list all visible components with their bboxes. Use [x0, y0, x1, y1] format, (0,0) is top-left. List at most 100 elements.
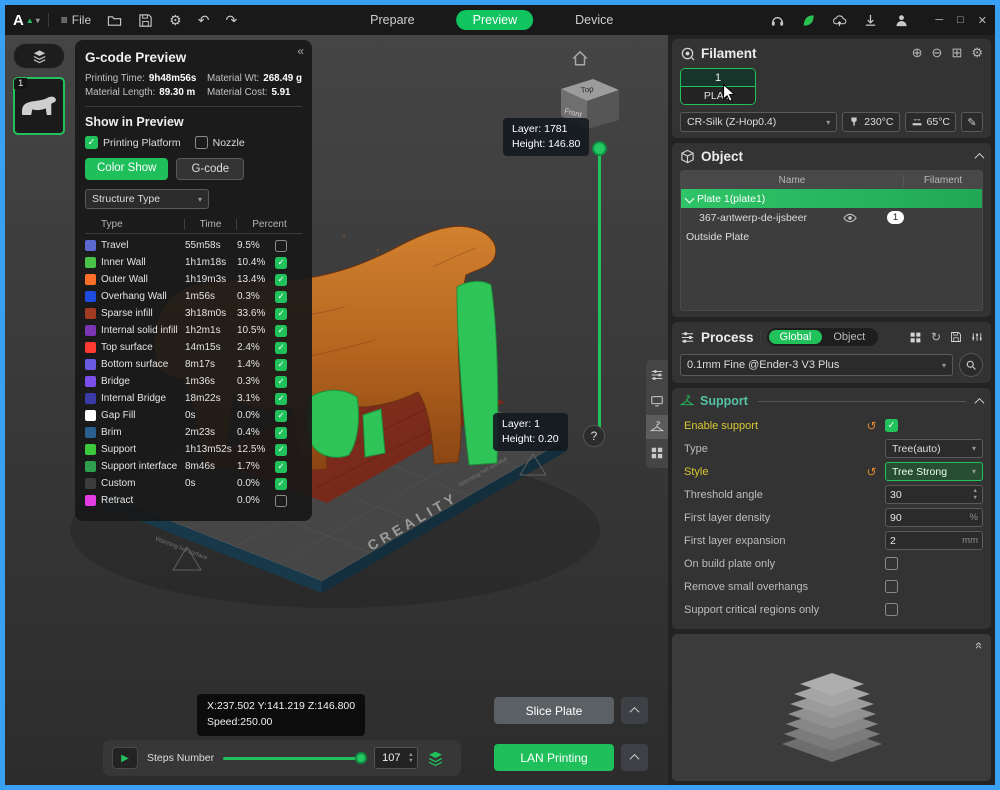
line-type-visibility-checkbox[interactable]: [275, 392, 287, 405]
toggle-nozzle[interactable]: Nozzle: [194, 136, 245, 149]
gcode-view-button[interactable]: G-code: [176, 158, 245, 180]
line-type-visibility-checkbox[interactable]: [275, 375, 287, 388]
line-type-visibility-checkbox[interactable]: [275, 494, 287, 507]
line-type-visibility-checkbox[interactable]: [275, 256, 287, 269]
save-button[interactable]: [134, 11, 157, 30]
remove-small-overhangs-checkbox[interactable]: [885, 580, 898, 593]
steps-slider-track[interactable]: [223, 757, 366, 760]
line-type-visibility-checkbox[interactable]: [275, 307, 287, 320]
viewport-3d[interactable]: Warming hot surface Warming hot surface …: [5, 35, 668, 785]
save-preset-icon[interactable]: [950, 331, 962, 343]
plate-list-toggle[interactable]: [13, 43, 65, 69]
print-options-expander[interactable]: [621, 744, 648, 771]
search-preset-button[interactable]: [959, 353, 983, 377]
slice-options-expander[interactable]: [621, 697, 648, 724]
color-show-button[interactable]: Color Show: [85, 158, 169, 180]
panel-collapse-icon[interactable]: «: [297, 44, 304, 58]
filament-list-button[interactable]: ⊞: [951, 45, 962, 61]
line-type-visibility-checkbox[interactable]: [275, 443, 287, 456]
object-row-plate[interactable]: Plate 1(plate1): [681, 189, 982, 208]
help-button[interactable]: ?: [583, 425, 605, 447]
layer-range-slider[interactable]: [591, 141, 607, 443]
refresh-icon[interactable]: ↻: [931, 330, 941, 344]
on-build-plate-only-checkbox[interactable]: [885, 557, 898, 570]
object-row-model[interactable]: 367-antwerp-de-ijsbeer 1: [681, 208, 982, 227]
nozzle-checkbox[interactable]: [194, 136, 208, 149]
line-type-visibility-checkbox[interactable]: [275, 358, 287, 371]
threshold-angle-input[interactable]: [890, 488, 970, 501]
tab-other-settings[interactable]: [646, 441, 668, 465]
mode-tab[interactable]: Preview: [456, 10, 534, 30]
open-file-button[interactable]: [103, 11, 126, 30]
tab-quality-settings[interactable]: [646, 363, 668, 387]
app-logo[interactable]: A ▲ ▾: [13, 12, 40, 29]
download-icon[interactable]: [863, 13, 878, 28]
printing-platform-checkbox[interactable]: [85, 136, 98, 149]
edit-filament-button[interactable]: ✎: [961, 112, 983, 132]
feedback-leaf-icon[interactable]: [801, 13, 816, 28]
line-type-visibility-checkbox[interactable]: [275, 239, 287, 252]
window-minimize-button[interactable]: ─: [935, 14, 943, 26]
filament-settings-button[interactable]: ⚙: [971, 45, 983, 61]
scope-object-button[interactable]: Object: [822, 330, 876, 344]
filament-preset-dropdown[interactable]: CR-Silk (Z-Hop0.4) ▾: [680, 112, 838, 132]
process-preset-dropdown[interactable]: 0.1mm Fine @Ender-3 V3 Plus ▾: [680, 354, 953, 376]
plate-thumbnail[interactable]: 1: [13, 77, 65, 135]
line-type-visibility-checkbox[interactable]: [275, 426, 287, 439]
remove-filament-button[interactable]: ⊖: [932, 45, 943, 61]
line-type-visibility-checkbox[interactable]: [275, 290, 287, 303]
spinner-arrows-icon[interactable]: ▲ ▼: [408, 752, 413, 764]
visibility-eye-icon[interactable]: [843, 211, 857, 225]
support-critical-regions-checkbox[interactable]: [885, 603, 898, 616]
first-layer-expansion-input[interactable]: [890, 534, 960, 547]
support-type-dropdown[interactable]: Tree(auto) ▾: [885, 439, 983, 458]
spinner-arrows-icon[interactable]: ▲ ▼: [973, 488, 978, 500]
line-type-visibility-checkbox[interactable]: [275, 324, 287, 337]
nozzle-temperature-chip[interactable]: 230°C: [842, 112, 900, 132]
lan-printing-button[interactable]: LAN Printing: [494, 744, 614, 771]
object-row-outside-plate[interactable]: Outside Plate: [681, 227, 982, 246]
support-style-dropdown[interactable]: Tree Strong ▾: [885, 462, 983, 481]
enable-support-checkbox[interactable]: [885, 419, 898, 432]
layer-slider-upper-knob[interactable]: [592, 141, 607, 156]
line-type-visibility-checkbox[interactable]: [275, 341, 287, 354]
steps-number-spinner[interactable]: 107 ▲ ▼: [374, 747, 418, 769]
first-layer-density-input[interactable]: [890, 511, 967, 524]
line-type-visibility-checkbox[interactable]: [275, 477, 287, 490]
filament-assignment-badge[interactable]: 1: [887, 211, 904, 224]
filament-slot-type[interactable]: PLA ▴: [681, 87, 755, 104]
parameter-table-icon[interactable]: [909, 331, 922, 344]
expand-preview-icon[interactable]: «: [972, 642, 987, 649]
window-close-button[interactable]: ✕: [978, 14, 987, 27]
scope-global-button[interactable]: Global: [768, 330, 823, 344]
tune-icon[interactable]: [971, 331, 983, 343]
line-type-visibility-checkbox[interactable]: [275, 409, 287, 422]
reset-value-icon[interactable]: ↺: [864, 419, 879, 433]
redo-button[interactable]: ↷: [221, 10, 241, 31]
layer-slider-track[interactable]: [598, 147, 601, 437]
cloud-upload-icon[interactable]: [832, 13, 847, 28]
support-headset-icon[interactable]: [770, 13, 785, 28]
bed-temperature-chip[interactable]: 65°C: [904, 112, 956, 132]
undo-button[interactable]: ↶: [194, 10, 214, 31]
line-type-visibility-checkbox[interactable]: [275, 460, 287, 473]
add-filament-button[interactable]: ⊕: [912, 45, 923, 61]
mode-tab[interactable]: Prepare: [354, 10, 430, 30]
reset-value-icon[interactable]: ↺: [864, 465, 879, 479]
home-view-button[interactable]: [571, 49, 589, 67]
toggle-printing-platform[interactable]: Printing Platform: [85, 136, 181, 149]
collapse-section-icon[interactable]: [974, 152, 985, 163]
settings-button[interactable]: ⚙: [165, 10, 186, 31]
user-account-icon[interactable]: [894, 13, 909, 28]
collapse-group-icon[interactable]: [974, 397, 985, 408]
filament-slot-selector[interactable]: 1 PLA ▴: [680, 68, 756, 105]
line-type-visibility-checkbox[interactable]: [275, 273, 287, 286]
file-menu[interactable]: ≡ File: [57, 11, 95, 29]
tab-plate-settings[interactable]: [646, 389, 668, 413]
layers-green-icon[interactable]: [427, 750, 444, 767]
window-maximize-button[interactable]: □: [957, 14, 964, 26]
tab-support-settings[interactable]: [646, 415, 668, 439]
slice-plate-button[interactable]: Slice Plate: [494, 697, 614, 724]
structure-type-dropdown[interactable]: Structure Type ▾: [85, 189, 209, 209]
mode-tab[interactable]: Device: [559, 10, 629, 30]
